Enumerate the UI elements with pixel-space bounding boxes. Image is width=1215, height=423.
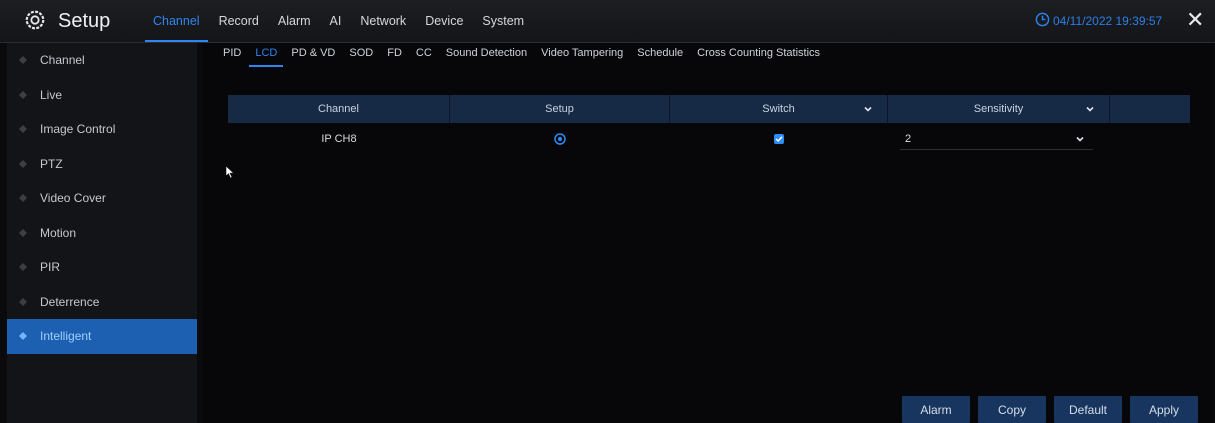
datetime-text: 04/11/2022 19:39:57 [1053, 14, 1163, 28]
sidebar-item-label: Image Control [40, 122, 116, 137]
subtab-schedule[interactable]: Schedule [631, 43, 689, 67]
sensitivity-select[interactable]: 2 [900, 128, 1093, 150]
subtab-sound-detection[interactable]: Sound Detection [440, 43, 533, 67]
column-header-spacer [1110, 95, 1190, 123]
sidebar-item-deterrence[interactable]: Deterrence [7, 285, 197, 320]
sidebar-item-label: Intelligent [40, 329, 92, 344]
sidebar-item-video-cover[interactable]: Video Cover [7, 181, 197, 216]
content-panel: PID LCD PD & VD SOD FD CC Sound Detectio… [203, 43, 1213, 423]
diamond-icon [19, 194, 27, 203]
apply-button[interactable]: Apply [1130, 396, 1198, 423]
sensitivity-value: 2 [905, 132, 912, 145]
switch-checkbox[interactable] [774, 134, 784, 144]
subtab-pid[interactable]: PID [217, 43, 247, 67]
subtab-cross-counting-statistics[interactable]: Cross Counting Statistics [691, 43, 826, 67]
setup-cell [450, 127, 670, 151]
sidebar-item-pir[interactable]: PIR [7, 250, 197, 285]
alarm-button[interactable]: Alarm [902, 396, 970, 423]
channel-cell: IP CH8 [321, 133, 357, 145]
datetime-display: 04/11/2022 19:39:57 [1035, 12, 1162, 30]
sidebar-item-image-control[interactable]: Image Control [7, 112, 197, 147]
top-bar: Setup Channel Record Alarm AI Network De… [0, 0, 1215, 43]
column-header-channel: Channel [228, 95, 450, 123]
sidebar-item-label: Motion [40, 225, 77, 240]
sidebar-item-channel[interactable]: Channel [7, 43, 197, 78]
checkmark-icon [775, 136, 783, 143]
sidebar-item-label: PIR [40, 260, 61, 275]
default-button[interactable]: Default [1054, 396, 1122, 423]
tab-device[interactable]: Device [417, 0, 471, 42]
sidebar-item-label: Live [40, 87, 63, 102]
brand: Setup [24, 7, 110, 35]
diamond-icon [19, 332, 27, 341]
tab-channel[interactable]: Channel [145, 0, 208, 42]
main-nav: Channel Record Alarm AI Network Device S… [145, 0, 535, 42]
tab-system[interactable]: System [474, 0, 532, 42]
subtab-sod[interactable]: SOD [343, 43, 379, 67]
chevron-down-icon [1076, 136, 1084, 142]
sidebar-item-motion[interactable]: Motion [7, 216, 197, 251]
tab-network[interactable]: Network [352, 0, 414, 42]
chevron-down-icon[interactable] [1085, 104, 1095, 114]
switch-header-label: Switch [762, 103, 795, 115]
diamond-icon [19, 90, 27, 99]
diamond-icon [19, 56, 27, 65]
switch-cell [670, 127, 888, 151]
sidebar-item-label: Deterrence [40, 294, 100, 309]
diamond-icon [19, 159, 27, 168]
subtab-pd-vd[interactable]: PD & VD [285, 43, 341, 67]
column-header-sensitivity[interactable]: Sensitivity [888, 95, 1110, 123]
sidebar-item-label: Channel [40, 53, 85, 68]
settings-circle-icon[interactable] [554, 133, 566, 145]
sidebar-item-label: PTZ [40, 156, 63, 171]
gear-icon [24, 9, 46, 34]
column-header-switch[interactable]: Switch [670, 95, 888, 123]
chevron-down-icon[interactable] [863, 104, 873, 114]
page-title: Setup [58, 9, 111, 32]
diamond-icon [19, 228, 27, 237]
tab-alarm[interactable]: Alarm [270, 0, 319, 42]
subtab-video-tampering[interactable]: Video Tampering [535, 43, 629, 67]
sidebar-item-ptz[interactable]: PTZ [7, 147, 197, 182]
diamond-icon [19, 125, 27, 134]
sidebar-item-label: Video Cover [40, 191, 106, 206]
sub-nav: PID LCD PD & VD SOD FD CC Sound Detectio… [217, 43, 828, 67]
sidebar-item-intelligent[interactable]: Intelligent [7, 319, 197, 354]
mouse-pointer-icon [225, 165, 235, 179]
diamond-icon [19, 297, 27, 306]
diamond-icon [19, 263, 27, 272]
copy-button[interactable]: Copy [978, 396, 1046, 423]
close-icon[interactable]: ✕ [1186, 9, 1204, 31]
subtab-lcd[interactable]: LCD [249, 43, 284, 67]
sensitivity-cell: 2 [888, 127, 1110, 151]
tab-ai[interactable]: AI [322, 0, 350, 42]
subtab-cc[interactable]: CC [410, 43, 438, 67]
tab-record[interactable]: Record [211, 0, 267, 42]
table-row: IP CH8 2 [228, 127, 1190, 151]
subtab-fd[interactable]: FD [381, 43, 408, 67]
clock-icon [1035, 12, 1053, 30]
sidebar-item-live[interactable]: Live [7, 78, 197, 113]
table-header: Channel Setup Switch Sensitivity [228, 95, 1190, 123]
sidebar: Channel Live Image Control PTZ Video Cov… [7, 43, 197, 423]
sensitivity-header-label: Sensitivity [973, 103, 1024, 115]
column-header-setup: Setup [450, 95, 670, 123]
